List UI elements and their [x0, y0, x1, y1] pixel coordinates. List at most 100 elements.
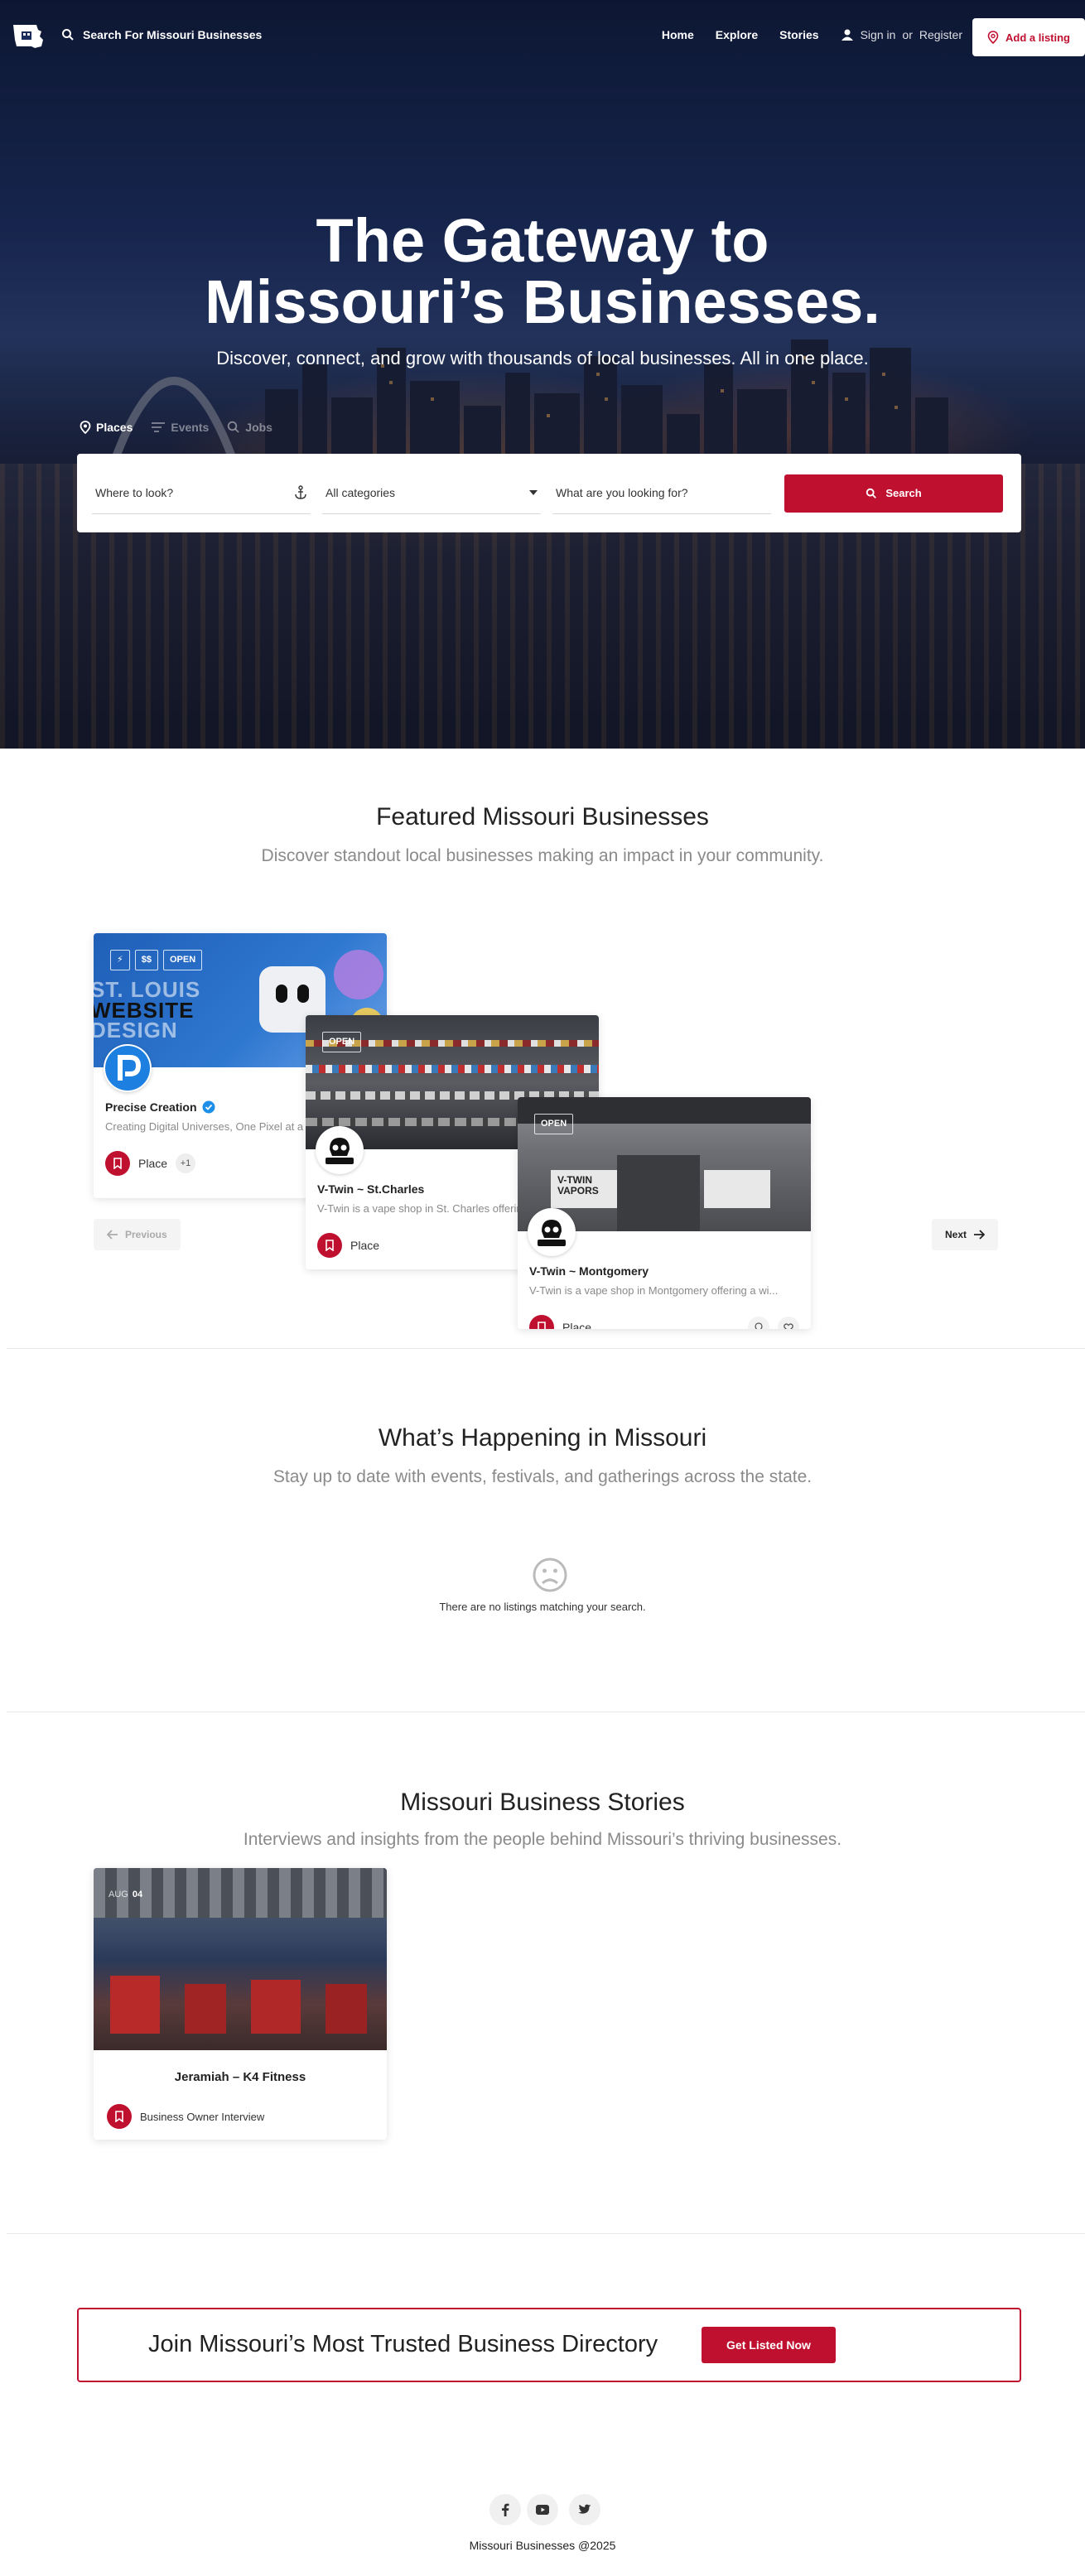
location-field[interactable]: Where to look?	[92, 473, 311, 514]
story-date: AUG 04	[108, 1890, 142, 1899]
price-badge: $$	[134, 950, 158, 970]
story-card[interactable]: AUG 04 Jeramiah – K4 Fitness Business Ow…	[94, 1868, 387, 2140]
open-badge: OPEN	[322, 1032, 362, 1052]
stories-subtitle: Interviews and insights from the people …	[243, 1830, 842, 1849]
empty-state-message: There are no listings matching your sear…	[439, 1601, 646, 1613]
story-day: 04	[132, 1890, 143, 1899]
nav-home-link[interactable]: Home	[662, 28, 694, 41]
search-button[interactable]: Search	[784, 474, 1003, 513]
hero-title-line1: The Gateway to	[316, 206, 769, 275]
tab-places[interactable]: Places	[80, 421, 133, 434]
listing-card-vtwin-montgomery[interactable]: V-TWIN VAPORS OPEN V-Twin ~ Montgomery V…	[518, 1097, 811, 1329]
copyright-text: Missouri Businesses @2025	[469, 2539, 616, 2552]
bookmark-icon	[107, 2104, 132, 2129]
tab-jobs-label: Jobs	[245, 421, 272, 434]
user-icon	[841, 29, 853, 41]
listing-description: V-Twin is a vape shop in Montgomery offe…	[529, 1284, 779, 1297]
lightning-icon: ⚡	[110, 950, 130, 970]
listing-name[interactable]: V-Twin ~ St.Charles	[317, 1182, 424, 1196]
listing-category[interactable]: Place	[138, 1157, 167, 1170]
arrow-right-icon	[974, 1230, 986, 1240]
tab-places-label: Places	[96, 421, 133, 434]
map-pin-icon	[80, 421, 91, 434]
arrow-left-icon	[107, 1230, 118, 1240]
add-listing-label: Add a listing	[1005, 31, 1070, 44]
category-select[interactable]: All categories	[322, 473, 541, 514]
search-form: Where to look? All categories What are y…	[77, 454, 1021, 532]
map-pin-icon	[987, 31, 999, 44]
heart-icon[interactable]	[778, 1317, 799, 1329]
tab-jobs[interactable]: Jobs	[227, 421, 272, 434]
business-logo	[528, 1208, 576, 1256]
cta-banner: Join Missouri’s Most Trusted Business Di…	[77, 2308, 1021, 2382]
open-badge: OPEN	[162, 950, 203, 970]
bookmark-icon	[317, 1233, 342, 1258]
bookmark-icon	[105, 1151, 130, 1176]
hero-subtitle: Discover, connect, and grow with thousan…	[216, 348, 869, 368]
listing-name[interactable]: Precise Creation	[105, 1100, 197, 1114]
main-nav: Home Explore Stories Sign in or Register	[662, 28, 962, 41]
stories-title: Missouri Business Stories	[400, 1789, 685, 1816]
map-pin-icon[interactable]	[748, 1317, 769, 1329]
storefront-sign-line1: V-TWIN	[557, 1174, 592, 1186]
nav-explore-link[interactable]: Explore	[716, 28, 758, 41]
sign-in-link[interactable]: Sign in	[861, 28, 896, 41]
events-icon	[152, 422, 166, 432]
header-search-label: Search For Missouri Businesses	[83, 28, 263, 41]
hero-title-line2: Missouri’s Businesses.	[205, 267, 880, 336]
next-label: Next	[945, 1229, 967, 1240]
precise-creation-logo-icon	[105, 1046, 150, 1091]
facebook-icon[interactable]	[489, 2494, 521, 2525]
section-divider	[7, 1348, 1085, 1349]
search-type-tabs: Places Events Jobs	[80, 421, 272, 434]
business-logo	[104, 1044, 152, 1092]
nav-stories-link[interactable]: Stories	[779, 28, 818, 41]
twitter-icon[interactable]	[569, 2494, 600, 2525]
story-category[interactable]: Business Owner Interview	[140, 2111, 264, 2123]
anchor-icon	[295, 485, 306, 499]
caret-down-icon	[529, 490, 538, 495]
search-icon	[62, 29, 74, 41]
bookmark-icon	[529, 1315, 554, 1329]
search-icon	[866, 488, 877, 498]
tab-events-label: Events	[171, 421, 210, 434]
tab-events[interactable]: Events	[151, 421, 209, 434]
register-link[interactable]: Register	[919, 28, 962, 41]
site-logo[interactable]	[12, 22, 45, 51]
events-title: What’s Happening in Missouri	[378, 1424, 707, 1452]
listing-name[interactable]: V-Twin ~ Montgomery	[529, 1264, 649, 1278]
verified-icon	[202, 1100, 215, 1114]
add-listing-button[interactable]: Add a listing	[972, 18, 1085, 56]
keyword-placeholder: What are you looking for?	[556, 486, 688, 499]
listing-category[interactable]: Place	[350, 1239, 379, 1252]
cta-text: Join Missouri’s Most Trusted Business Di…	[148, 2331, 658, 2357]
keyword-field[interactable]: What are you looking for?	[552, 473, 771, 514]
location-placeholder: Where to look?	[95, 486, 174, 499]
listing-badges: OPEN	[534, 1114, 574, 1134]
sad-face-icon	[533, 1558, 567, 1592]
more-categories-badge[interactable]: +1	[176, 1153, 196, 1173]
search-button-label: Search	[885, 487, 922, 499]
story-cover-image: AUG 04	[94, 1868, 387, 2050]
sign-in-register: Sign in or Register	[841, 28, 962, 41]
section-divider	[7, 2233, 1085, 2234]
listing-category[interactable]: Place	[562, 1321, 591, 1329]
story-month: AUG	[108, 1890, 128, 1899]
search-icon	[228, 421, 239, 433]
story-title[interactable]: Jeramiah – K4 Fitness	[94, 2070, 387, 2084]
featured-subtitle: Discover standout local businesses makin…	[261, 846, 824, 865]
open-badge: OPEN	[534, 1114, 574, 1134]
carousel-previous-button[interactable]: Previous	[94, 1219, 181, 1250]
get-listed-button[interactable]: Get Listed Now	[702, 2327, 836, 2363]
previous-label: Previous	[125, 1229, 167, 1240]
hero-section: Search For Missouri Businesses Home Expl…	[0, 0, 1085, 749]
skull-logo-icon	[316, 1127, 363, 1173]
header-search-trigger[interactable]: Search For Missouri Businesses	[61, 28, 262, 41]
events-subtitle: Stay up to date with events, festivals, …	[272, 1467, 813, 1486]
or-text: or	[902, 28, 913, 41]
carousel-next-button[interactable]: Next	[932, 1219, 999, 1250]
listing-badges: ⚡ $$ OPEN	[110, 950, 203, 970]
youtube-icon[interactable]	[527, 2494, 558, 2525]
cover-text-line3: DESIGN	[94, 1018, 178, 1043]
hero-title: The Gateway to Missouri’s Businesses.	[0, 210, 1085, 333]
